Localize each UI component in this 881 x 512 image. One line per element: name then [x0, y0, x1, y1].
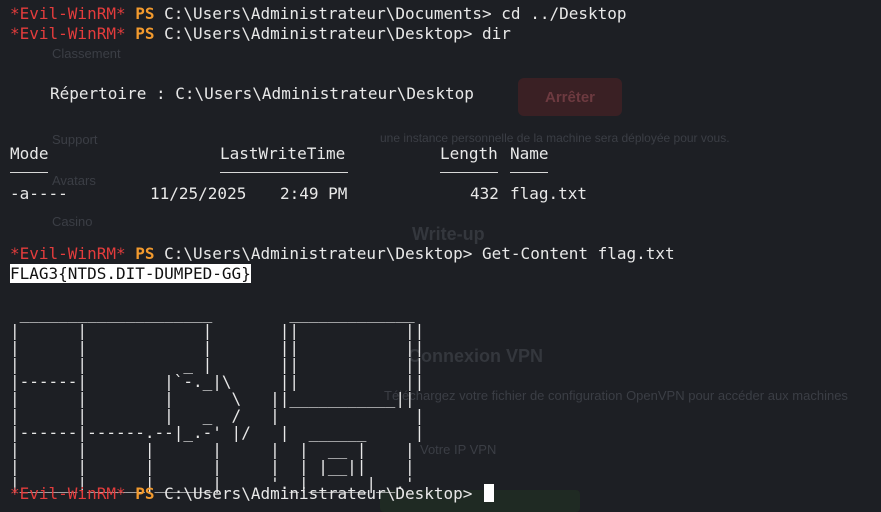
prompt-tag: *Evil-WinRM* [10, 244, 126, 263]
command-text: C:\Users\Administrateur\Desktop> Get-Con… [164, 244, 675, 263]
terminal-output[interactable]: *Evil-WinRM* PS C:\Users\Administrateur\… [0, 0, 881, 511]
row-date: 11/25/2025 [150, 184, 247, 203]
row-time: 2:49 PM [280, 184, 348, 203]
command-line-3: *Evil-WinRM* PS C:\Users\Administrateur\… [10, 244, 675, 264]
prompt-tag: *Evil-WinRM* [10, 24, 126, 43]
command-line-2: *Evil-WinRM* PS C:\Users\Administrateur\… [10, 24, 511, 44]
flag-output: FLAG3{NTDS.DIT-DUMPED-GG} [10, 264, 251, 284]
prompt-ps: PS [135, 244, 155, 263]
row-length: 432 [470, 184, 499, 203]
underline-name [510, 172, 548, 173]
header-mode: Mode [10, 144, 49, 163]
directory-label: Répertoire : C:\Users\Administrateur\Des… [50, 84, 474, 103]
underline-length [440, 172, 498, 173]
command-line-1: *Evil-WinRM* PS C:\Users\Administrateur\… [10, 4, 627, 24]
ascii-art-banner: ____________________ _____________ | | |… [10, 304, 425, 493]
prompt-tag: *Evil-WinRM* [10, 4, 126, 23]
row-name: flag.txt [510, 184, 588, 203]
prompt-ps: PS [135, 484, 155, 503]
header-name: Name [510, 144, 549, 163]
flag-text: FLAG3{NTDS.DIT-DUMPED-GG} [10, 264, 251, 283]
header-length: Length [440, 144, 498, 163]
prompt-tag: *Evil-WinRM* [10, 484, 126, 503]
row-mode: -a---- [10, 184, 68, 203]
command-text: C:\Users\Administrateur\Desktop> dir [164, 24, 511, 43]
prompt-ps: PS [135, 4, 155, 23]
command-line-4[interactable]: *Evil-WinRM* PS C:\Users\Administrateur\… [10, 484, 495, 504]
header-lastwritetime: LastWriteTime [220, 144, 346, 163]
prompt-ps: PS [135, 24, 155, 43]
underline-mode [10, 172, 48, 173]
command-text: C:\Users\Administrateur\Documents> cd ..… [164, 4, 627, 23]
command-text: C:\Users\Administrateur\Desktop> [164, 484, 483, 503]
underline-lastwritetime [220, 172, 348, 173]
text-cursor [484, 484, 495, 502]
